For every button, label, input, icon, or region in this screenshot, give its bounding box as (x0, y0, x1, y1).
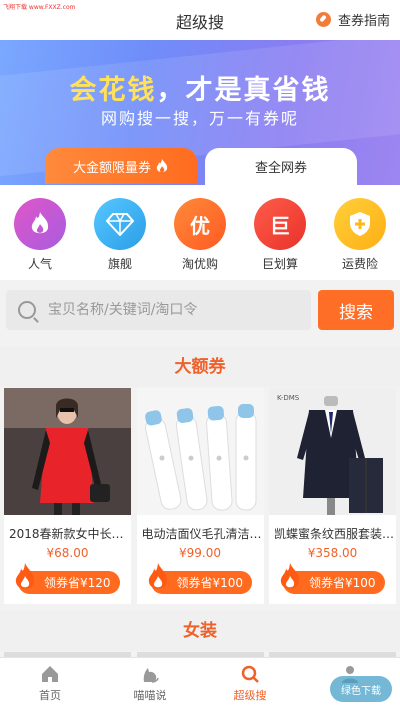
coupon-label: 领券省¥100 (176, 576, 244, 590)
search-button[interactable]: 搜索 (318, 290, 394, 330)
section-title-women: 女装 (0, 611, 400, 651)
product-card[interactable]: K-DMS 凯蝶蜜条纹西服套装… ¥358.00 领券省¥100 (269, 388, 396, 604)
flame-icon (148, 563, 167, 589)
product-image (4, 388, 131, 515)
tab-big-coupon-label: 大金额限量券 (72, 160, 151, 176)
category-taoyougou[interactable]: 优 淘优购 (160, 185, 240, 280)
ju-icon: 巨 (254, 198, 306, 250)
product-price: ¥99.00 (179, 546, 221, 560)
category-popular[interactable]: 人气 (0, 185, 80, 280)
banner-headline: 会花钱，才是真省钱 (0, 68, 400, 107)
flame-icon (280, 563, 300, 589)
flame-icon (15, 563, 35, 589)
nav-label: 首页 (39, 689, 61, 702)
nav-miaomiao[interactable]: 喵喵说 (100, 658, 200, 705)
search-input[interactable] (48, 302, 288, 318)
category-label: 巨划算 (261, 257, 298, 271)
product-card[interactable]: 2018春新款女中长… ¥68.00 领券省¥120 (4, 388, 131, 604)
coupon-label: 领券省¥100 (309, 576, 376, 590)
cat-icon (143, 668, 159, 683)
category-flagship[interactable]: 旗舰 (80, 185, 160, 280)
product-price: ¥358.00 (307, 546, 358, 560)
hero-banner: 会花钱，才是真省钱 网购搜一搜，万一有券呢 大金额限量券 查全网券 (0, 40, 400, 185)
tab-all-coupons[interactable]: 查全网券 (205, 148, 357, 185)
category-label: 淘优购 (181, 257, 218, 271)
search-icon (241, 665, 259, 683)
top-bar: 飞翔下载 www.FXXZ.com 超级搜 查券指南 (0, 0, 400, 40)
category-label: 运费险 (341, 257, 378, 271)
tab-all-coupons-label: 查全网券 (254, 161, 307, 176)
search-icon (18, 301, 36, 319)
coupon-guide-link[interactable]: 查券指南 (315, 10, 390, 29)
category-row: 人气 旗舰 优 淘优购 巨 巨划算 运费险 (0, 185, 400, 280)
banner-subtitle: 网购搜一搜，万一有券呢 (100, 109, 299, 128)
nav-super-search[interactable]: 超级搜 (200, 658, 300, 705)
product-price: ¥68.00 (46, 546, 89, 560)
coupon-button[interactable]: 领券省¥120 (15, 563, 120, 594)
coupon-label: 领券省¥120 (44, 576, 111, 590)
product-image-text: K-DMS (277, 394, 300, 402)
coupon-button[interactable]: 领券省¥100 (148, 563, 253, 594)
category-glyph: 优 (190, 213, 210, 238)
product-title: 电动洁面仪毛孔清洁… (141, 527, 261, 541)
product-image: K-DMS (269, 388, 396, 515)
flame-icon (14, 198, 66, 250)
diamond-icon (94, 198, 146, 250)
shield-plus-icon (334, 198, 386, 250)
product-card[interactable]: 电动洁面仪毛孔清洁… ¥99.00 领券省¥100 (136, 388, 264, 604)
category-glyph: 巨 (270, 213, 290, 238)
search-box (6, 290, 311, 330)
tab-big-coupon[interactable]: 大金额限量券 (45, 148, 197, 184)
product-list: 2018春新款女中长… ¥68.00 领券省¥120 电动洁面仪毛孔清洁… ¥9… (0, 388, 400, 606)
product-image (136, 388, 264, 515)
product-title: 凯蝶蜜条纹西服套装… (274, 527, 393, 541)
you-icon: 优 (174, 198, 226, 250)
category-label: 旗舰 (107, 257, 132, 271)
download-site-badge: 绿色下载 (330, 676, 392, 702)
banner-headline-highlight: 会花钱 (69, 75, 157, 106)
banner-headline-rest: ，才是真省钱 (156, 75, 331, 106)
nav-label: 喵喵说 (133, 689, 167, 702)
compass-icon (315, 12, 331, 27)
nav-label: 超级搜 (233, 689, 267, 702)
flame-icon (156, 159, 168, 173)
category-shipping-insurance[interactable]: 运费险 (320, 185, 400, 280)
category-juhuasuan[interactable]: 巨 巨划算 (240, 185, 320, 280)
coupon-button[interactable]: 领券省¥100 (280, 563, 385, 594)
category-label: 人气 (27, 257, 52, 271)
home-icon (42, 666, 58, 682)
nav-home[interactable]: 首页 (0, 658, 100, 705)
product-title: 2018春新款女中长… (9, 527, 124, 541)
coupon-guide-label: 查券指南 (337, 14, 390, 29)
section-title-big-coupon: 大额券 (0, 347, 400, 387)
